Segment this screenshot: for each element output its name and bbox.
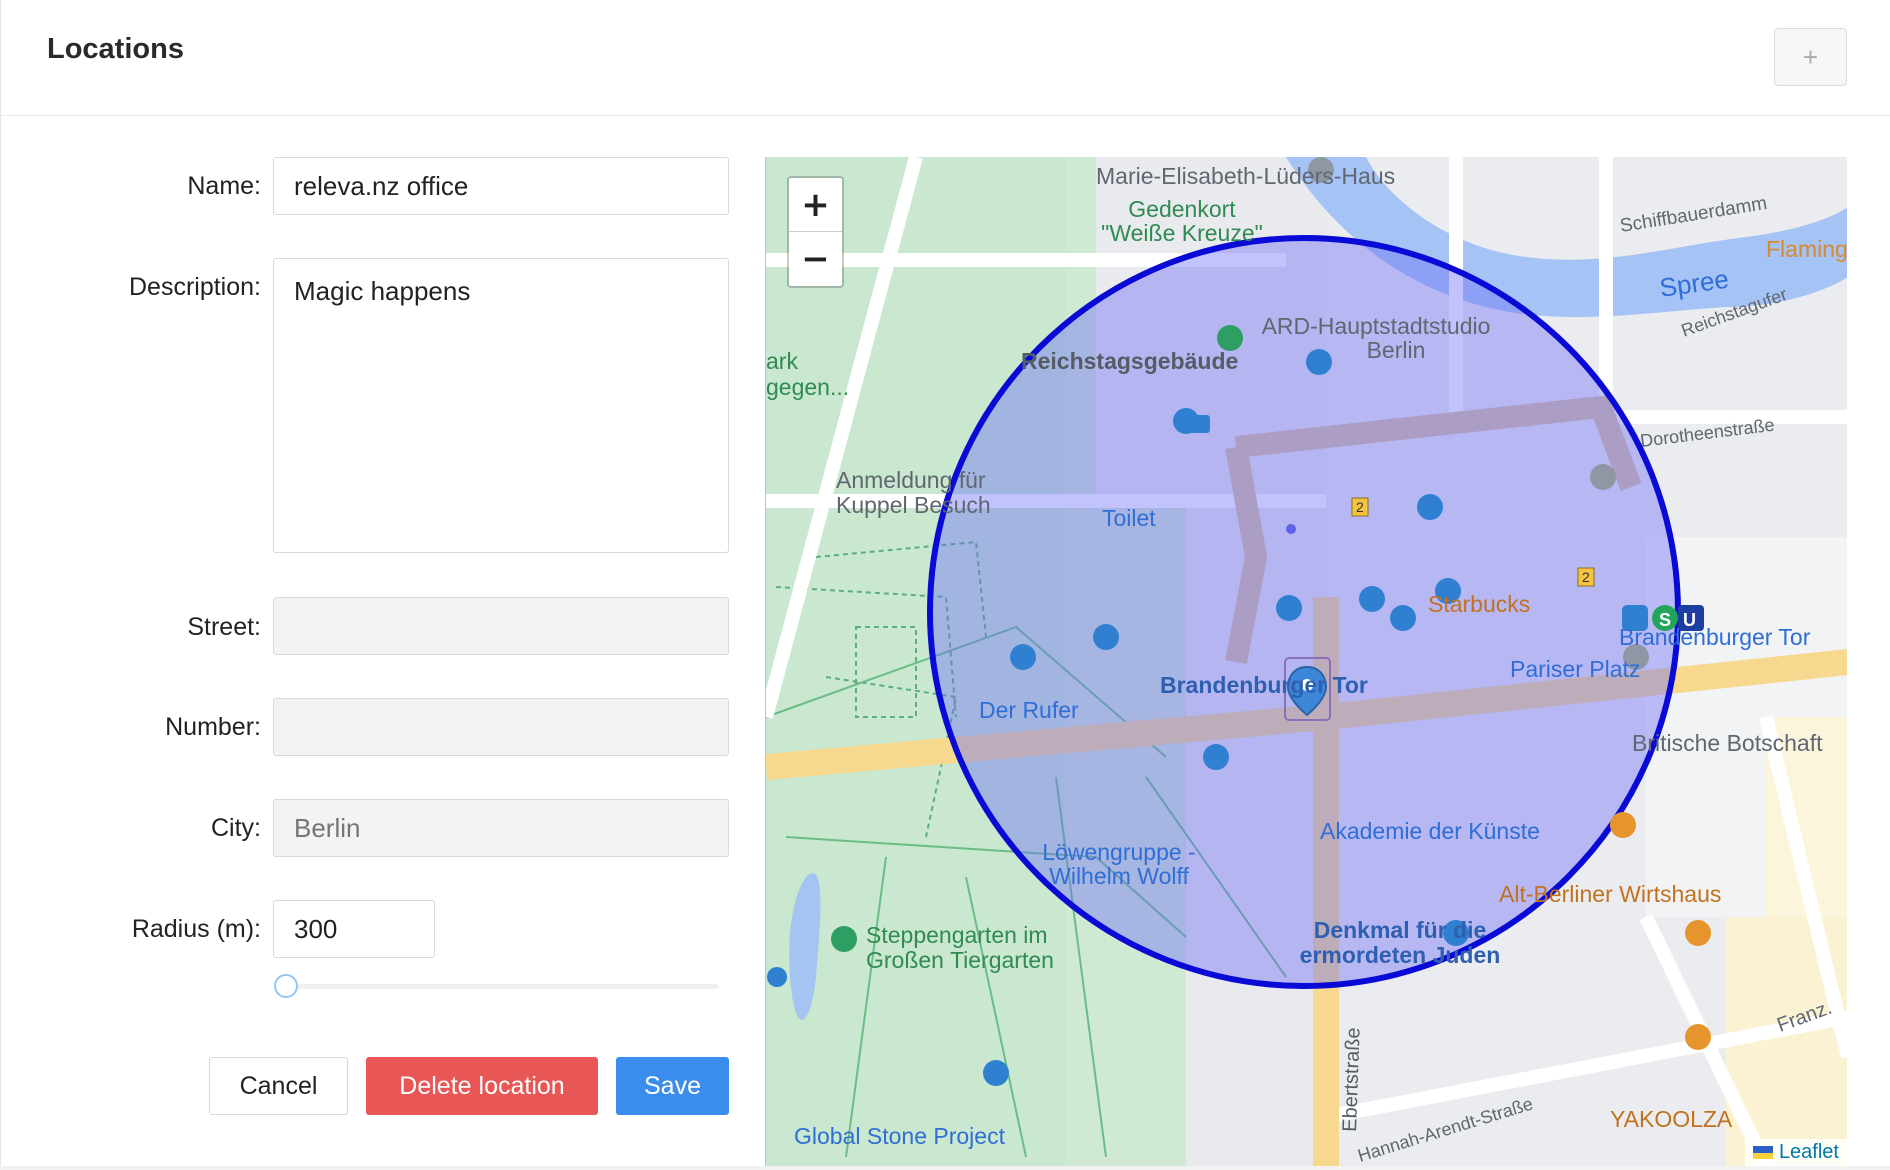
map-label: Toilet (1102, 505, 1156, 531)
save-button[interactable]: Save (616, 1057, 729, 1115)
app: Locations + Name: Description: Magic hap… (0, 0, 1890, 1166)
map-label: Brandenburger Tor (1160, 672, 1368, 698)
map-label: Pariser Platz (1510, 656, 1640, 682)
description-label: Description: (129, 273, 261, 301)
map-label: Starbucks (1428, 591, 1530, 617)
map-label: Anmeldung für (836, 467, 986, 493)
street-input[interactable] (273, 597, 729, 655)
radius-label: Radius (m): (131, 915, 261, 943)
name-label: Name: (187, 172, 261, 200)
map-label: ARD-Hauptstadtstudio (1262, 313, 1491, 339)
map-label: 2 (1356, 499, 1364, 515)
map-label: 2 (1582, 569, 1590, 585)
radius-slider-handle[interactable] (274, 974, 298, 998)
map-label: Marie-Elisabeth-Lüders-Haus (1096, 163, 1395, 189)
map-label: Berlin (1367, 337, 1426, 363)
map-label: Steppengarten im (866, 922, 1048, 948)
description-textarea[interactable]: Magic happens (273, 258, 729, 553)
map-label: "Weiße Kreuze" (1101, 220, 1263, 246)
map-label: Wilhelm Wolff (1049, 863, 1189, 889)
delete-location-button[interactable]: Delete location (366, 1057, 598, 1115)
map-label: S (1659, 610, 1671, 630)
map-label: Löwengruppe - (1042, 839, 1195, 865)
ukraine-flag-icon (1752, 1146, 1773, 1159)
map-label: ark (766, 348, 798, 374)
number-label: Number: (165, 713, 261, 741)
map-label: Brandenburger Tor (1619, 624, 1811, 650)
city-label: City: (211, 814, 261, 842)
zoom-in-button[interactable]: + (789, 178, 842, 232)
map-label: Alt-Berliner Wirtshaus (1499, 881, 1721, 907)
street-label: Street: (187, 613, 261, 641)
page-header: Locations + (1, 0, 1890, 116)
zoom-out-button[interactable]: − (789, 232, 842, 286)
radius-slider-track[interactable] (283, 984, 719, 989)
map-label: Gedenkort (1128, 196, 1236, 222)
map-label: ermordeten Juden (1300, 942, 1501, 968)
map[interactable]: Marie-Elisabeth-Lüders-Haus Gedenkort "W… (765, 157, 1847, 1166)
map-label: Britische Botschaft (1632, 730, 1823, 756)
map-label: Ebertstraße (1339, 1027, 1365, 1132)
map-attribution: Leaflet (1744, 1139, 1847, 1166)
map-label: Global Stone Project (794, 1123, 1006, 1149)
name-input[interactable] (273, 157, 729, 215)
map-label: YAKOOLZA (1610, 1106, 1733, 1132)
map-canvas[interactable]: Marie-Elisabeth-Lüders-Haus Gedenkort "W… (766, 157, 1847, 1166)
map-label: Großen Tiergarten (866, 947, 1054, 973)
number-input[interactable] (273, 698, 729, 756)
map-label: Flamingo (1766, 236, 1847, 262)
map-label: Kuppel Besuch (836, 492, 991, 518)
map-label: Der Rufer (979, 697, 1079, 723)
radius-input[interactable] (273, 900, 435, 958)
map-label: gegen... (766, 374, 849, 400)
zoom-control: + − (787, 176, 844, 288)
map-label: U (1683, 610, 1696, 630)
city-input[interactable] (273, 799, 729, 857)
add-location-button[interactable]: + (1774, 28, 1847, 86)
leaflet-link[interactable]: Leaflet (1779, 1141, 1839, 1164)
map-label: Denkmal für die (1314, 917, 1487, 943)
radius-slider[interactable] (273, 974, 719, 998)
map-label: Reichstagsgebäude (1021, 348, 1238, 374)
map-label: Akademie der Künste (1320, 818, 1540, 844)
page-title: Locations (47, 33, 184, 65)
cancel-button[interactable]: Cancel (209, 1057, 348, 1115)
bus-stop-icon (1190, 415, 1210, 433)
